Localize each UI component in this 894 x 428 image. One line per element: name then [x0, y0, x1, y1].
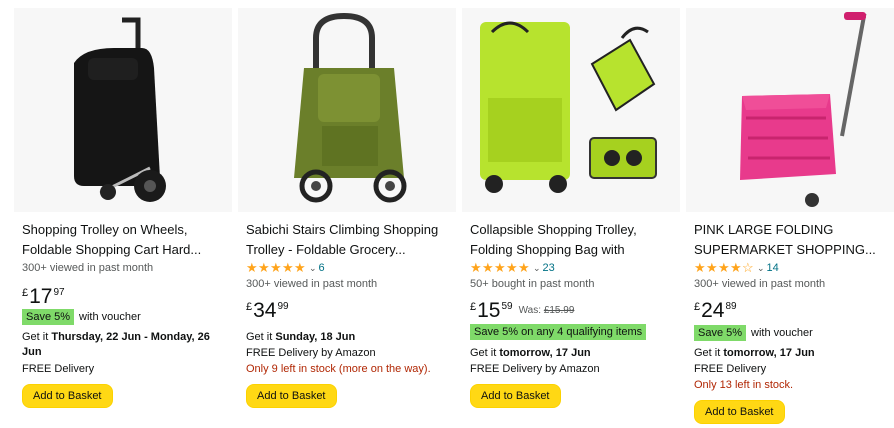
product-card: PINK LARGE FOLDING SUPERMARKET SHOPPING.…	[672, 0, 894, 428]
product-price[interactable]: £ 34 99	[246, 300, 289, 322]
add-to-basket-button[interactable]: Add to Basket	[22, 384, 113, 408]
rating-count[interactable]: 23	[543, 262, 555, 274]
free-delivery: FREE Delivery	[694, 363, 767, 375]
free-delivery: FREE Delivery	[22, 363, 95, 375]
save-badge: Save 5%	[694, 325, 747, 341]
delivery-date: tomorrow, 17 Jun	[499, 347, 591, 359]
star-half-icon: ★	[518, 260, 530, 275]
rating-count[interactable]: 14	[767, 262, 779, 274]
delivery-info: Get it tomorrow, 17 Jun	[470, 346, 670, 361]
price-currency: £	[22, 287, 29, 299]
price-fraction: 97	[53, 287, 65, 298]
star-icon: ★	[258, 260, 270, 275]
add-to-basket-button[interactable]: Add to Basket	[694, 400, 785, 424]
star-icon: ★	[706, 260, 718, 275]
star-icon: ★	[270, 260, 282, 275]
delivery-info: Get it tomorrow, 17 Jun	[694, 346, 894, 361]
delivery-prefix: Get it	[694, 347, 721, 359]
product-title[interactable]: Collapsible Shopping Trolley, Folding Sh…	[470, 220, 666, 260]
product-image[interactable]	[686, 8, 894, 212]
star-icon: ★	[730, 260, 742, 275]
product-price[interactable]: £ 15 59 Was: £15.99	[470, 300, 574, 322]
black-shopping-trolley-icon	[14, 8, 232, 212]
star-icon: ★	[718, 260, 730, 275]
voucher-text: with voucher	[79, 311, 141, 323]
price-currency: £	[246, 301, 253, 313]
star-icon: ★	[470, 260, 482, 275]
price-currency: £	[470, 301, 477, 313]
star-icon: ★	[506, 260, 518, 275]
product-price[interactable]: £ 24 89	[694, 300, 737, 322]
price-whole: 17	[29, 285, 53, 308]
product-grid: Shopping Trolley on Wheels, Foldable Sho…	[0, 0, 894, 428]
social-proof: 300+ viewed in past month	[694, 278, 826, 290]
social-proof: 50+ bought in past month	[470, 278, 595, 290]
delivery-prefix: Get it	[246, 331, 273, 343]
save-badge: Save 5%	[22, 309, 75, 325]
free-delivery: FREE Delivery by Amazon	[470, 363, 600, 375]
pink-folding-crate-trolley-icon	[686, 8, 894, 212]
product-card: Collapsible Shopping Trolley, Folding Sh…	[448, 0, 680, 428]
was-amount: £15.99	[543, 305, 575, 316]
rating[interactable]: ★ ★ ★ ★ ★ ⌄ 6	[246, 260, 325, 275]
was-price: Was: £15.99	[519, 300, 575, 322]
delivery-prefix: Get it	[470, 347, 497, 359]
stock-warning: Only 9 left in stock (more on the way).	[246, 363, 431, 375]
add-to-basket-button[interactable]: Add to Basket	[470, 384, 561, 408]
product-title[interactable]: PINK LARGE FOLDING SUPERMARKET SHOPPING.…	[694, 220, 890, 260]
add-to-basket-button[interactable]: Add to Basket	[246, 384, 337, 408]
product-card: Shopping Trolley on Wheels, Foldable Sho…	[0, 0, 232, 428]
voucher-text: with voucher	[751, 327, 813, 339]
social-proof: 300+ viewed in past month	[22, 262, 154, 274]
delivery-info: Get it Thursday, 22 Jun - Monday, 26 Jun	[22, 330, 222, 360]
star-icon: ★	[694, 260, 706, 275]
star-empty-icon: ☆	[742, 260, 754, 275]
price-currency: £	[694, 301, 701, 313]
delivery-info: Get it Sunday, 18 Jun	[246, 330, 446, 345]
price-fraction: 59	[501, 301, 513, 312]
stock-warning: Only 13 left in stock.	[694, 379, 794, 391]
product-price[interactable]: £ 17 97	[22, 286, 65, 308]
price-whole: 15	[477, 299, 501, 322]
star-icon: ★	[494, 260, 506, 275]
price-fraction: 89	[725, 301, 737, 312]
savings-badge: Save 5% with voucher	[22, 309, 141, 325]
product-title[interactable]: Shopping Trolley on Wheels, Foldable Sho…	[22, 220, 218, 260]
savings-badge: Save 5% with voucher	[694, 325, 813, 341]
delivery-date: Thursday, 22 Jun - Monday, 26 Jun	[22, 331, 210, 358]
product-image[interactable]	[462, 8, 680, 212]
chevron-down-icon: ⌄	[757, 262, 765, 273]
rating[interactable]: ★ ★ ★ ★ ★ ⌄ 23	[470, 260, 555, 275]
product-image[interactable]	[14, 8, 232, 212]
star-half-icon: ★	[294, 260, 306, 275]
free-delivery: FREE Delivery by Amazon	[246, 347, 376, 359]
chevron-down-icon: ⌄	[533, 262, 541, 273]
star-icon: ★	[246, 260, 258, 275]
product-image[interactable]	[238, 8, 456, 212]
delivery-date: tomorrow, 17 Jun	[723, 347, 815, 359]
was-label: Was:	[518, 305, 542, 316]
delivery-date: Sunday, 18 Jun	[275, 331, 356, 343]
green-stair-climbing-trolley-icon	[238, 8, 456, 212]
chevron-down-icon: ⌄	[309, 262, 317, 273]
star-icon: ★	[282, 260, 294, 275]
product-title[interactable]: Sabichi Stairs Climbing Shopping Trolley…	[246, 220, 442, 260]
price-whole: 24	[701, 299, 725, 322]
lime-collapsible-trolley-icon	[462, 8, 680, 212]
social-proof: 300+ viewed in past month	[246, 278, 378, 290]
product-card: Sabichi Stairs Climbing Shopping Trolley…	[224, 0, 456, 428]
save-badge[interactable]: Save 5% on any 4 qualifying items	[470, 324, 647, 340]
price-whole: 34	[253, 299, 277, 322]
star-icon: ★	[482, 260, 494, 275]
price-fraction: 99	[277, 301, 289, 312]
rating-count[interactable]: 6	[319, 262, 325, 274]
rating[interactable]: ★ ★ ★ ★ ☆ ⌄ 14	[694, 260, 779, 275]
savings-badge: Save 5% on any 4 qualifying items	[470, 324, 647, 340]
delivery-prefix: Get it	[22, 331, 49, 343]
